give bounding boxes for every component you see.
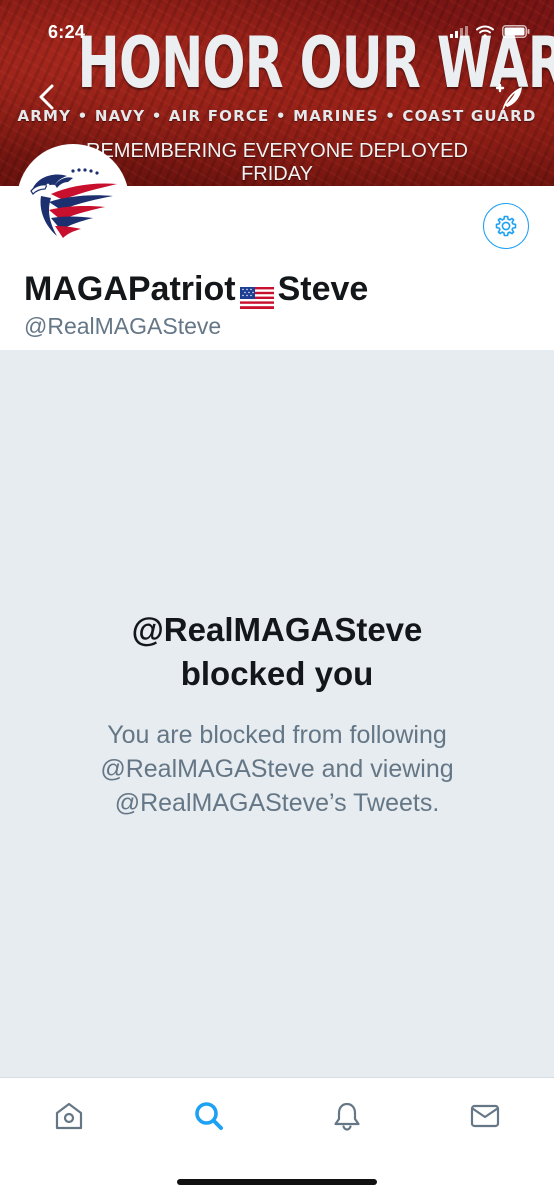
bell-icon (334, 1102, 360, 1131)
tab-notifications[interactable] (329, 1098, 365, 1134)
profile-handle: @RealMAGASteve (24, 313, 222, 339)
battery-icon (502, 25, 530, 43)
compose-feather-icon (495, 83, 522, 111)
display-name-part2: Steve (277, 270, 369, 308)
mail-icon (470, 1104, 500, 1128)
blocked-description: You are blocked from following @RealMAGA… (100, 721, 454, 817)
gear-icon (495, 215, 517, 237)
tab-search[interactable] (191, 1098, 227, 1134)
status-icons (450, 25, 530, 43)
tab-home[interactable] (51, 1098, 87, 1134)
home-icon (55, 1102, 83, 1130)
back-button[interactable] (34, 82, 60, 112)
profile-settings-button[interactable] (483, 203, 529, 249)
search-icon (195, 1102, 223, 1130)
blocked-panel: @RealMAGASteve blocked you You are block… (0, 350, 554, 1077)
compose-tweet-button[interactable] (494, 82, 526, 114)
status-time: 6:24 (48, 22, 86, 42)
banner-branches: ARMY • NAVY • AIR FORCE • MARINES • COAS… (17, 107, 537, 125)
wifi-icon (476, 25, 494, 43)
blocked-title-handle: @RealMAGASteve (131, 611, 423, 648)
display-name-part1: MAGAPatriot (24, 270, 236, 308)
avatar[interactable] (17, 144, 129, 256)
eagle-logo-icon (21, 148, 125, 252)
us-flag-icon (239, 279, 274, 309)
display-name: MAGAPatriot Steve (24, 270, 368, 309)
signal-icon (450, 25, 468, 43)
blocked-title: @RealMAGASteve blocked you (0, 608, 554, 696)
tab-messages[interactable] (467, 1098, 503, 1134)
blocked-title-message: blocked you (180, 655, 374, 692)
chevron-left-icon (39, 84, 54, 110)
banner-title: HONOR OUR WARRIORS (77, 22, 554, 104)
home-indicator[interactable] (177, 1179, 377, 1185)
